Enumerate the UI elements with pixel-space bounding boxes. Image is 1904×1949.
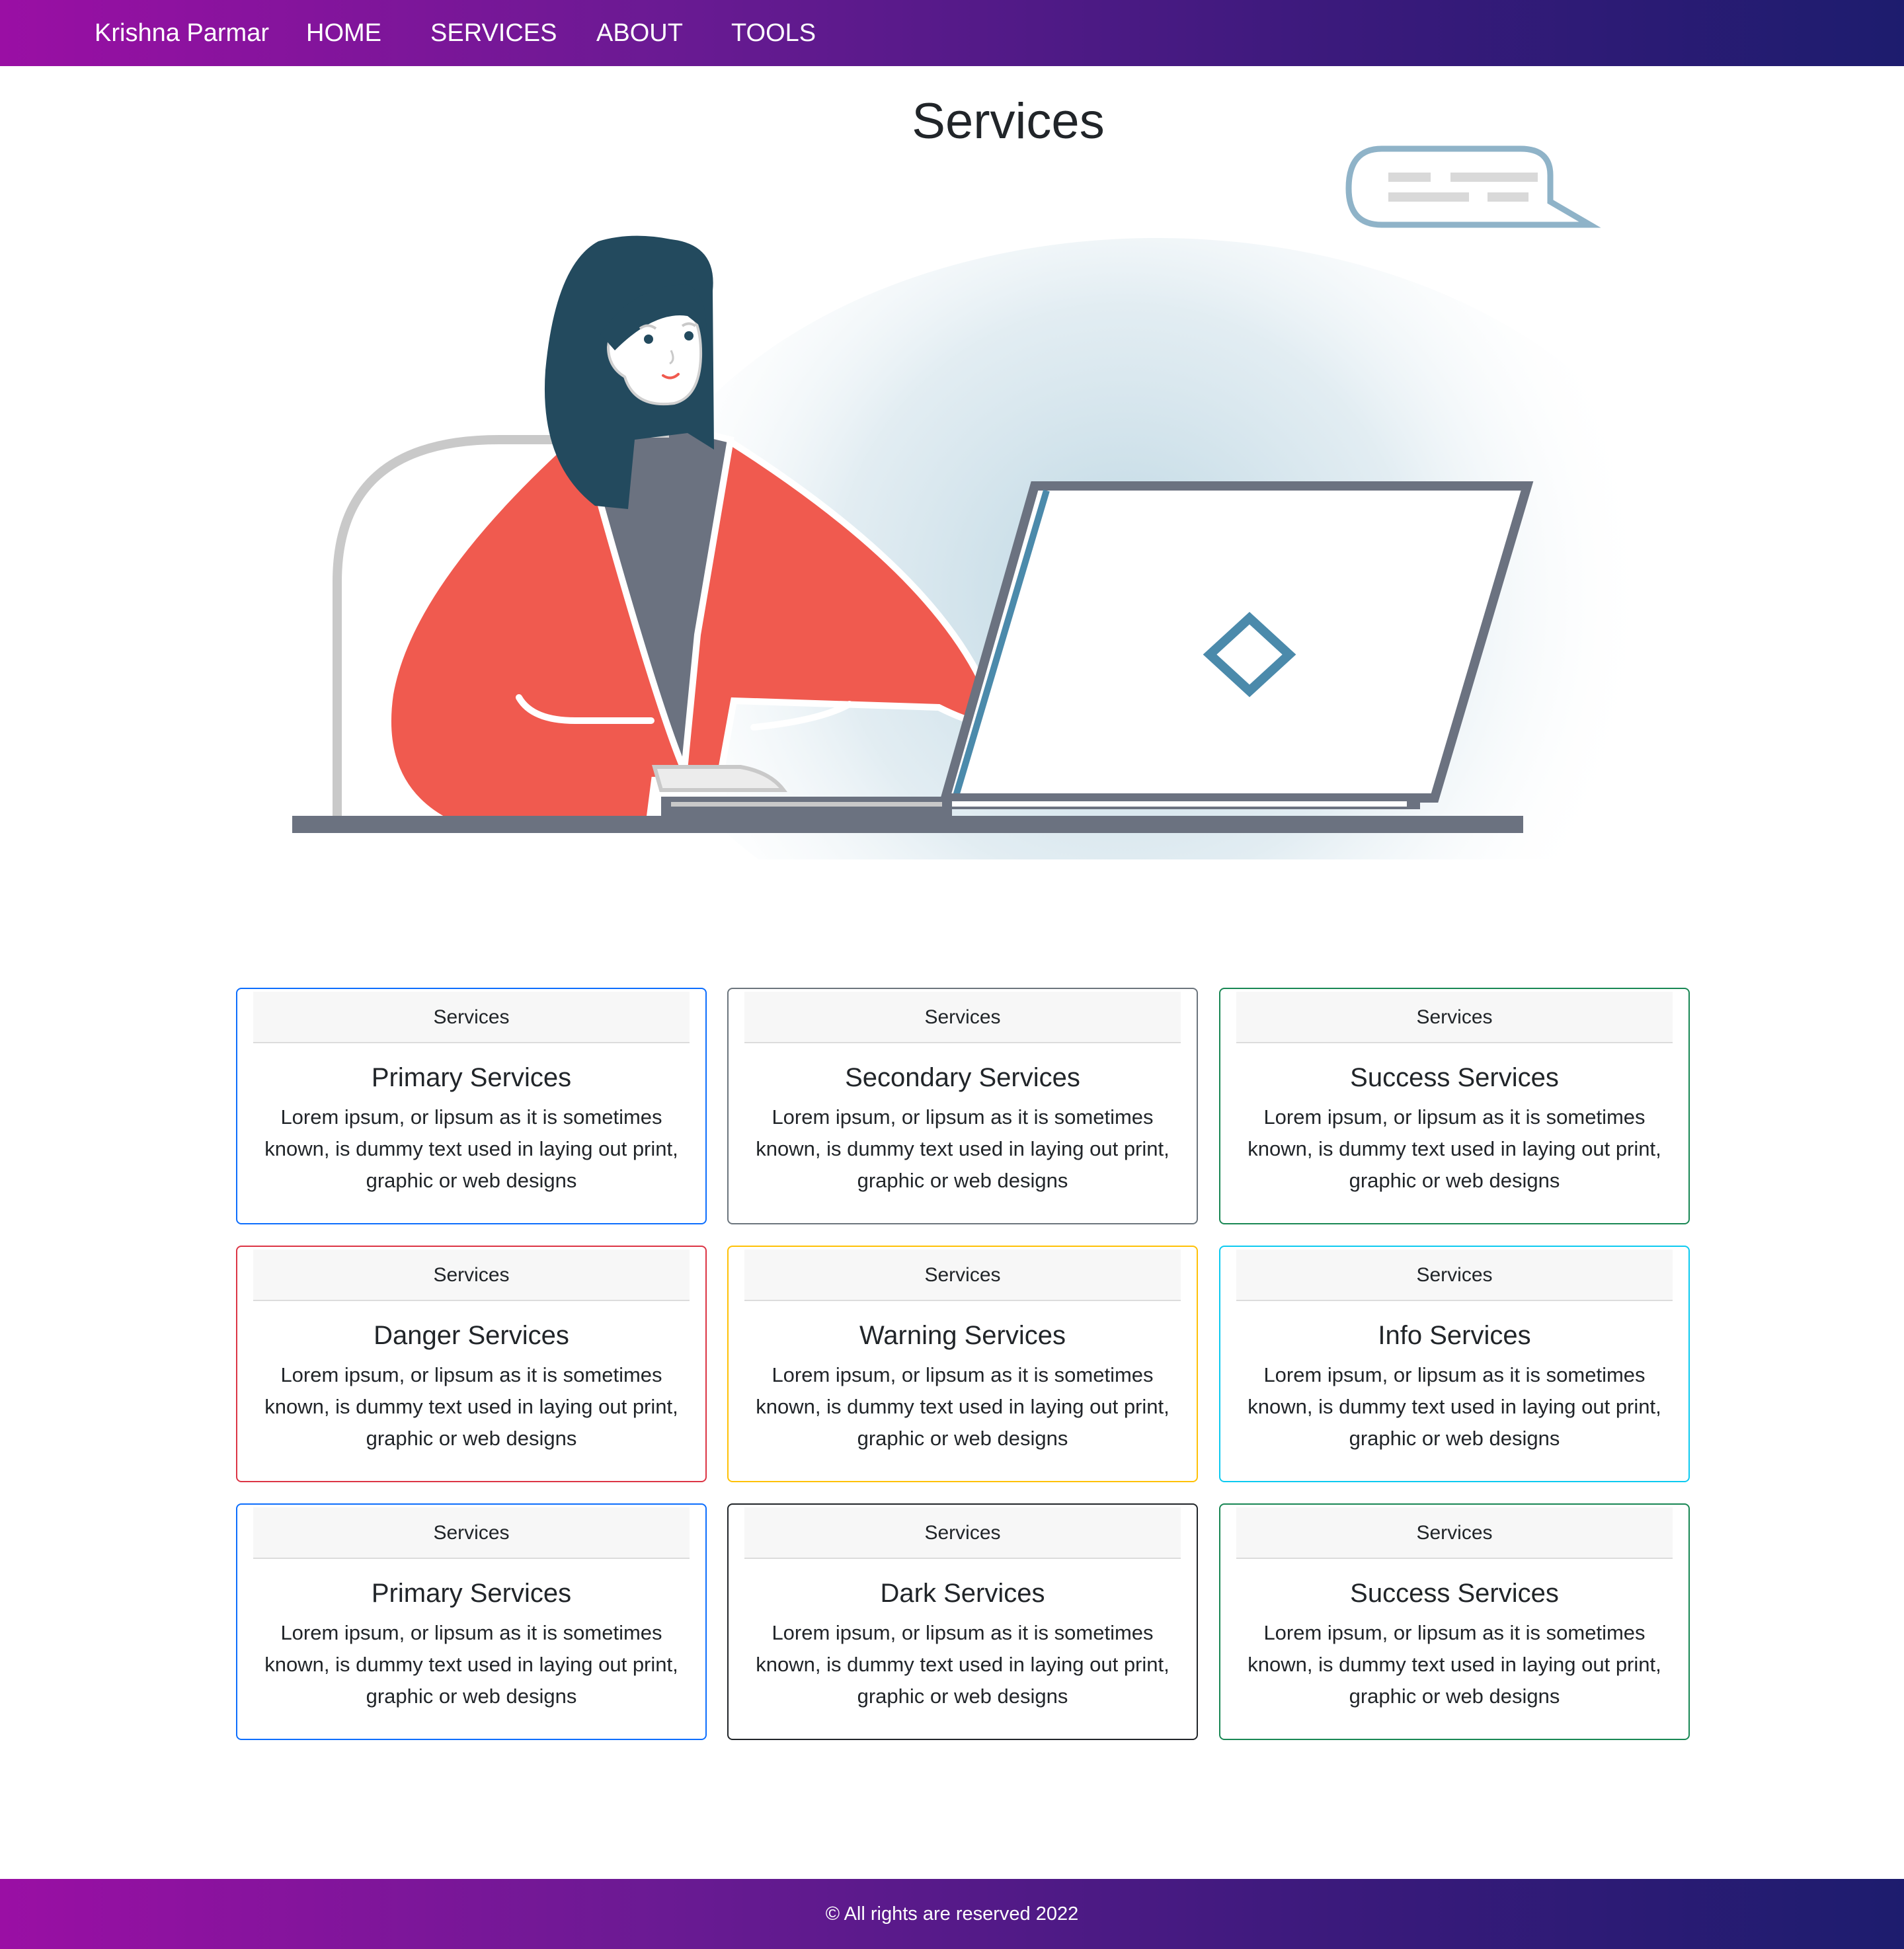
service-card-primary-2: Services Primary Services Lorem ipsum, o… — [236, 1503, 707, 1740]
service-card-danger: Services Danger Services Lorem ipsum, or… — [236, 1246, 707, 1482]
nav-link-tools[interactable]: TOOLS — [731, 17, 816, 49]
hero-illustration — [284, 132, 1712, 978]
card-text: Lorem ipsum, or lipsum as it is sometime… — [756, 1621, 1170, 1708]
card-header: Services — [1236, 1507, 1673, 1559]
card-text: Lorem ipsum, or lipsum as it is sometime… — [1248, 1363, 1661, 1450]
service-card-primary: Services Primary Services Lorem ipsum, o… — [236, 988, 707, 1224]
nav-link-services[interactable]: SERVICES — [430, 17, 557, 49]
nav-link-home[interactable]: HOME — [306, 17, 381, 49]
card-title: Success Services — [1350, 1579, 1559, 1608]
footer: © All rights are reserved 2022 — [0, 1879, 1904, 1949]
service-card-info: Services Info Services Lorem ipsum, or l… — [1219, 1246, 1690, 1482]
card-title: Dark Services — [880, 1579, 1045, 1608]
card-header: Services — [744, 1250, 1181, 1301]
card-title: Warning Services — [859, 1321, 1066, 1350]
card-header: Services — [1236, 1250, 1673, 1301]
card-text: Lorem ipsum, or lipsum as it is sometime… — [264, 1105, 678, 1192]
service-card-dark: Services Dark Services Lorem ipsum, or l… — [727, 1503, 1198, 1740]
card-header: Services — [1236, 992, 1673, 1043]
card-title: Primary Services — [371, 1063, 572, 1092]
card-title: Secondary Services — [845, 1063, 1080, 1092]
card-text: Lorem ipsum, or lipsum as it is sometime… — [1248, 1621, 1661, 1708]
service-card-success: Services Success Services Lorem ipsum, o… — [1219, 988, 1690, 1224]
card-text: Lorem ipsum, or lipsum as it is sometime… — [756, 1105, 1170, 1192]
navbar: Krishna Parmar HOME SERVICES ABOUT TOOLS — [0, 0, 1904, 66]
card-text: Lorem ipsum, or lipsum as it is sometime… — [756, 1363, 1170, 1450]
card-title: Primary Services — [371, 1579, 572, 1608]
laptop — [939, 481, 1534, 809]
card-text: Lorem ipsum, or lipsum as it is sometime… — [264, 1621, 678, 1708]
card-title: Success Services — [1350, 1063, 1559, 1092]
desk — [292, 816, 1523, 833]
service-card-warning: Services Warning Services Lorem ipsum, o… — [727, 1246, 1198, 1482]
service-card-secondary: Services Secondary Services Lorem ipsum,… — [727, 988, 1198, 1224]
service-card-success-2: Services Success Services Lorem ipsum, o… — [1219, 1503, 1690, 1740]
card-header: Services — [253, 1507, 690, 1559]
card-header: Services — [253, 1250, 690, 1301]
card-header: Services — [253, 992, 690, 1043]
card-text: Lorem ipsum, or lipsum as it is sometime… — [1248, 1105, 1661, 1192]
card-title: Danger Services — [374, 1321, 569, 1350]
card-header: Services — [744, 1507, 1181, 1559]
footer-copyright: © All rights are reserved 2022 — [825, 1903, 1079, 1925]
card-text: Lorem ipsum, or lipsum as it is sometime… — [264, 1363, 678, 1450]
speech-bubble-icon — [1345, 145, 1601, 228]
nav-link-about[interactable]: ABOUT — [596, 17, 683, 49]
woman-at-laptop-illustration — [292, 145, 1699, 978]
card-title: Info Services — [1378, 1321, 1531, 1350]
navbar-brand[interactable]: Krishna Parmar — [95, 17, 269, 49]
card-header: Services — [744, 992, 1181, 1043]
